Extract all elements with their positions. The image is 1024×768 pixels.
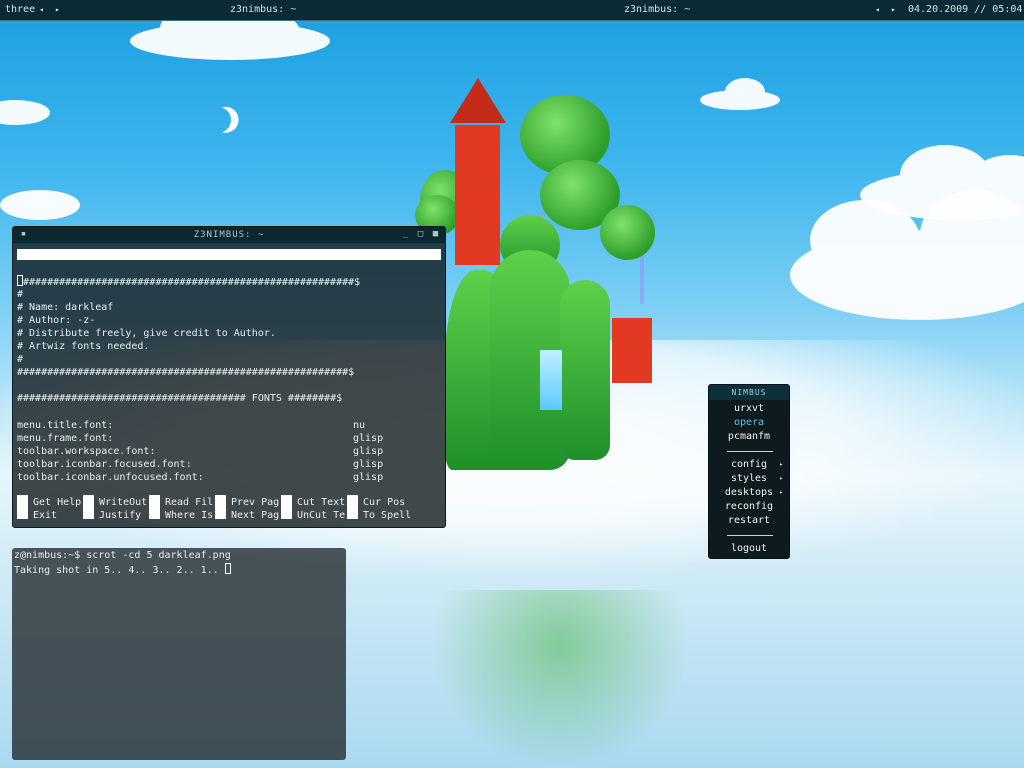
menu-separator [727,535,773,536]
window-menu-icon[interactable]: ▪ [19,230,29,239]
editor-title: Z3NIMBUS: ~ [193,230,265,240]
shortcut-where-is[interactable]: Where Is [165,509,213,522]
shortcut-justify[interactable]: Justify [99,509,141,522]
maximize-icon[interactable]: □ [416,230,426,239]
submenu-arrow-icon: ▸ [779,475,783,482]
menu-item-opera[interactable]: opera [709,416,789,430]
terminal-output-line: Taking shot in 5.. 4.. 3.. 2.. 1.. [14,563,231,578]
menu-separator [727,451,773,452]
taskbar-window-title[interactable]: z3nimbus: ~ [230,0,296,20]
menu-item-logout[interactable]: logout [709,542,789,556]
menu-item-reconfig[interactable]: reconfig [709,500,789,514]
editor-window[interactable]: ▪ Z3NIMBUS: ~ _ □ ■ ####################… [12,226,446,528]
desktop: three ◂ ▸ z3nimbus: ~ z3nimbus: ~ ◂ ▸ 04… [0,0,1024,768]
menu-item-desktops[interactable]: desktops ▸ [709,486,789,500]
setting-line: menu.title.font: nu [17,420,366,431]
file-line: # Name: darkleaf [17,302,114,313]
file-line: # [17,289,24,300]
shortcut-key-icon [17,495,28,519]
clock: 04.20.2009 // 05:04 [908,4,1023,15]
file-line: # Author: -z- [17,315,96,326]
next-window-icon[interactable]: ▸ [891,0,896,20]
shortcut-to-spell[interactable]: To Spell [363,509,411,522]
file-line: ###################################### F… [17,393,343,404]
menu-item-pcmanfm[interactable]: pcmanfm [709,430,789,444]
setting-line: toolbar.iconbar.unfocused.font: glisp [17,472,384,483]
shortcut-key-icon [347,495,358,519]
menu-item-restart[interactable]: restart [709,514,789,528]
file-line: # [17,354,24,365]
focused-window-title[interactable]: z3nimbus: ~ [624,0,690,20]
setting-line: toolbar.iconbar.focused.font: glisp [17,459,384,470]
menu-title: NIMBUS [709,385,789,400]
file-line: # Artwiz fonts needed. [17,341,150,352]
menu-item-config[interactable]: config ▸ [709,458,789,472]
shortcut-key-icon [83,495,94,519]
nano-header-bar [17,249,441,260]
submenu-arrow-icon: ▸ [779,489,783,496]
shortcut-cut-text[interactable]: Cut Text [297,496,345,509]
menu-item-urxvt[interactable]: urxvt [709,402,789,416]
close-icon[interactable]: ■ [431,230,441,239]
editor-titlebar[interactable]: ▪ Z3NIMBUS: ~ _ □ ■ [13,227,445,243]
terminal-cursor [224,563,231,574]
submenu-arrow-icon: ▸ [779,461,783,468]
minimize-icon[interactable]: _ [401,230,411,239]
shortcut-read-file[interactable]: Read Fil [165,496,213,509]
file-line: ########################################… [17,367,355,378]
workspace-name[interactable]: three [5,0,35,20]
top-panel: three ◂ ▸ z3nimbus: ~ z3nimbus: ~ ◂ ▸ 04… [0,0,1024,21]
setting-line: menu.frame.font: glisp [17,433,384,444]
file-line: # Distribute freely, give credit to Auth… [17,328,276,339]
shortcut-prev-page[interactable]: Prev Pag [231,496,279,509]
terminal-command-line: z@nimbus:~$ scrot -cd 5 darkleaf.png [14,550,231,561]
shortcut-key-icon [281,495,292,519]
prev-window-icon[interactable]: ◂ [875,0,880,20]
file-line: ########################################… [17,275,360,288]
prev-workspace-icon[interactable]: ◂ [39,0,44,20]
shortcut-next-page[interactable]: Next Pag [231,509,279,522]
next-workspace-icon[interactable]: ▸ [55,0,60,20]
setting-line: toolbar.workspace.font: glisp [17,446,384,457]
shortcut-write-out[interactable]: WriteOut [99,496,147,509]
root-menu[interactable]: NIMBUS urxvt opera pcmanfm config ▸ style… [708,384,790,559]
terminal-window[interactable]: z@nimbus:~$ scrot -cd 5 darkleaf.png Tak… [12,548,346,760]
shortcut-get-help[interactable]: Get Help [33,496,81,509]
menu-item-styles[interactable]: styles ▸ [709,472,789,486]
shortcut-exit[interactable]: Exit [33,509,57,522]
shortcut-key-icon [149,495,160,519]
shortcut-uncut-text[interactable]: UnCut Te [297,509,345,522]
shortcut-key-icon [215,495,226,519]
shortcut-cur-pos[interactable]: Cur Pos [363,496,405,509]
